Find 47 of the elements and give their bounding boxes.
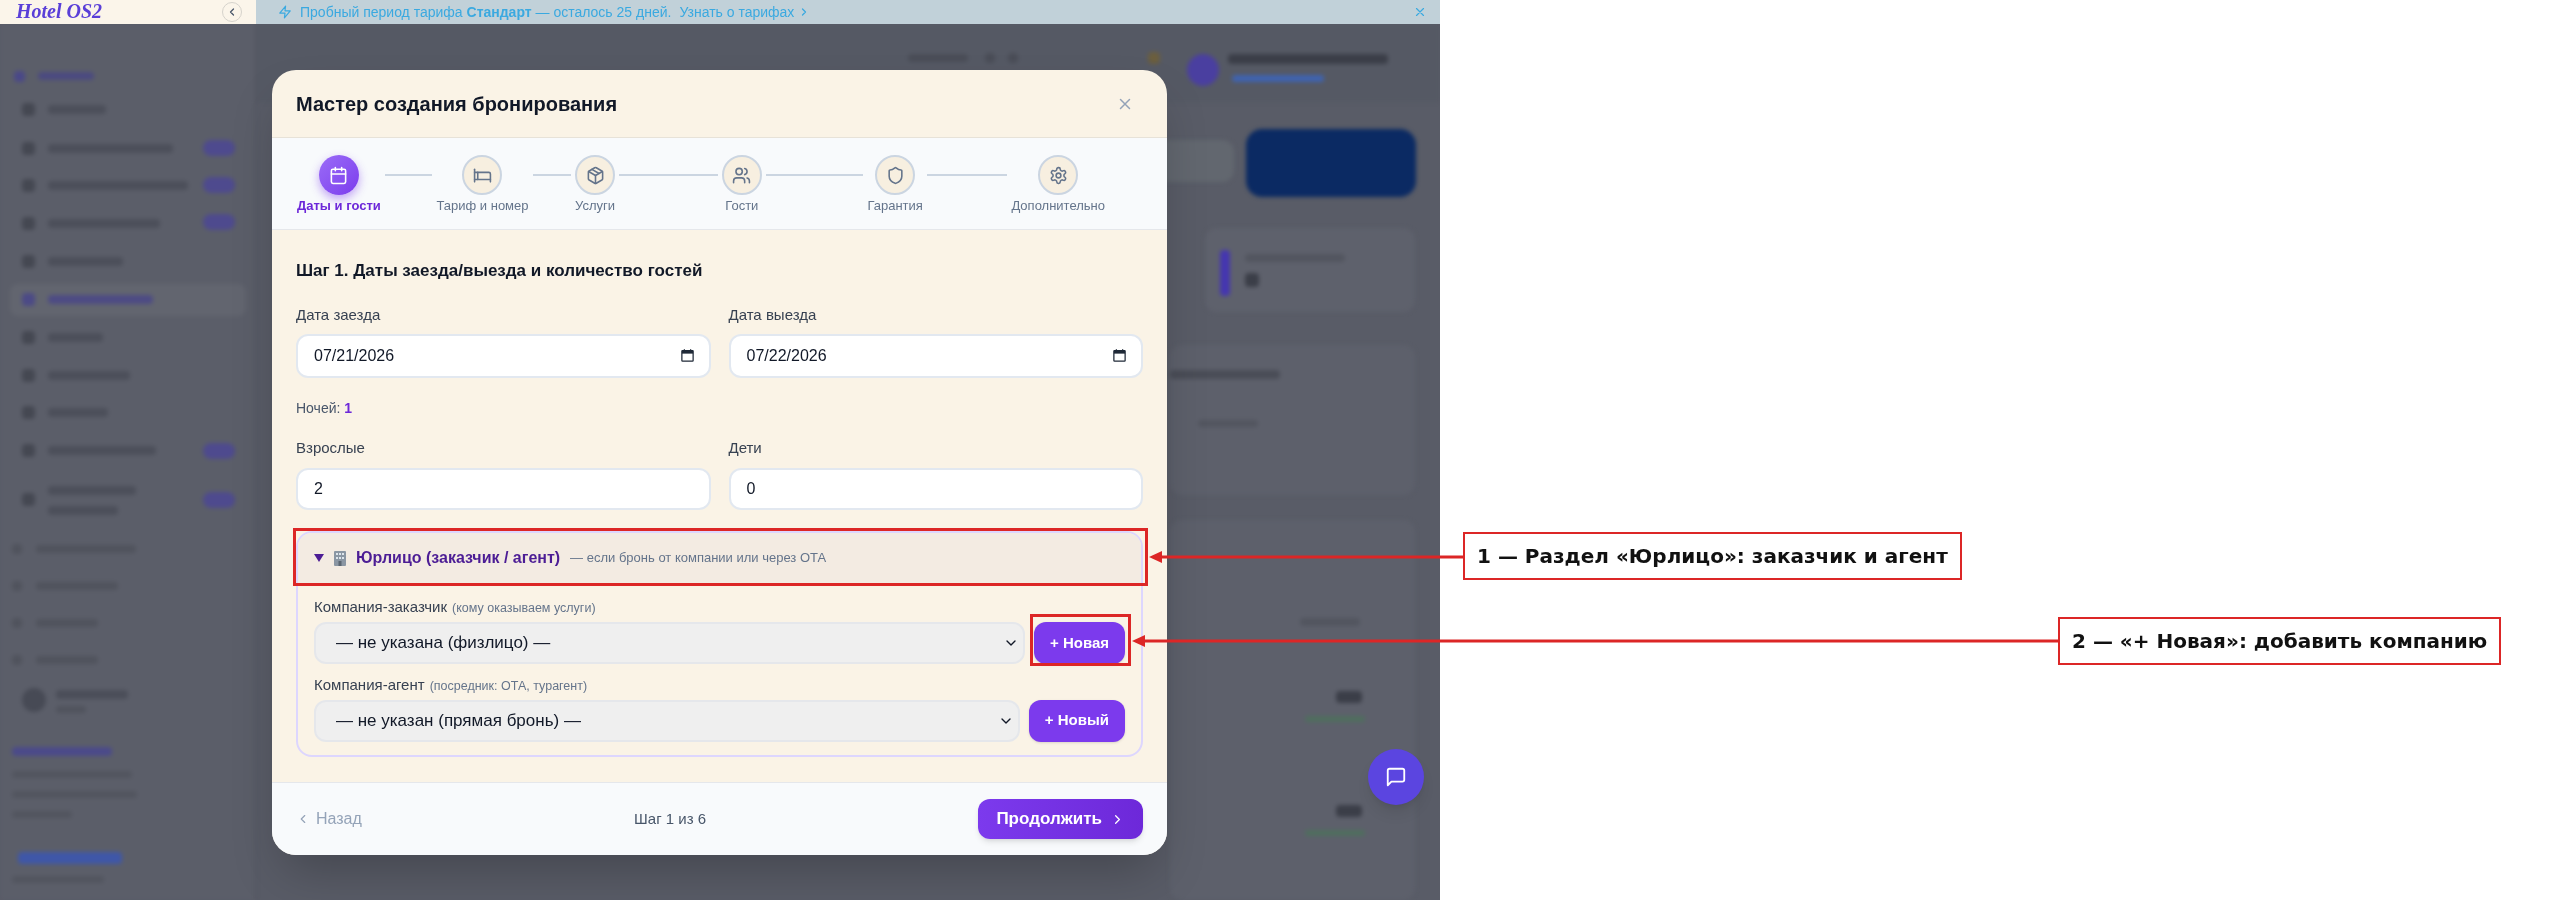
field-label: Дети — [728, 438, 762, 458]
calendar-icon — [318, 155, 359, 195]
shield-icon — [875, 155, 916, 195]
company-select[interactable]: — не указан (прямая бронь) — — [314, 699, 1020, 742]
field-label: Дата выезда — [728, 305, 817, 325]
close-icon — [1413, 5, 1427, 19]
nights-count: Ночей: 1 — [296, 399, 354, 418]
chat-icon — [1385, 766, 1407, 788]
field-label: Компания-заказчик — [314, 597, 448, 617]
banner-text: Пробный период тарифа Стандарт — осталось 25 дней. — [300, 3, 672, 21]
field-note: (посредник: ОТА, турагент) — [429, 677, 588, 695]
continue-button[interactable]: Продолжить — [978, 799, 1143, 839]
people-icon — [721, 155, 762, 195]
field-label: Компания-агент — [314, 674, 425, 695]
office-building-icon — [332, 550, 348, 566]
number-field[interactable]: 0 — [728, 468, 1143, 510]
field-label: Дата заезда — [296, 305, 381, 325]
collapse-sidebar-button[interactable] — [222, 2, 242, 22]
date-field[interactable]: 07/22/2026 — [728, 334, 1143, 378]
wizard-step[interactable]: Гарантия — [867, 155, 923, 214]
calendar-icon — [679, 348, 695, 363]
step-counter: Шаг 1 из 6 — [634, 808, 707, 829]
bed-icon — [462, 155, 503, 195]
number-field[interactable]: 2 — [296, 468, 711, 510]
step-heading: Шаг 1. Даты заезда/выезда и количество гостей — [296, 260, 704, 282]
new-company-button[interactable]: + Новый — [1028, 699, 1125, 742]
wizard-step[interactable]: Гости — [721, 155, 762, 214]
app-logo: Hotel OS2 — [16, 0, 103, 23]
field-label: Взрослые — [296, 438, 365, 458]
dialog-title: Мастер создания бронирования — [296, 91, 618, 117]
callout-label: 2 — «+ Новая»: добавить компанию — [2058, 617, 2502, 665]
calendar-icon — [1112, 348, 1127, 363]
wizard-step[interactable]: Тариф и номер — [436, 155, 529, 214]
gear-icon — [1038, 155, 1079, 195]
field-note: (кому оказываем услуги) — [452, 600, 596, 617]
lightning-icon — [278, 5, 292, 19]
section-hint: — если бронь от компании или через ОТА — [570, 549, 827, 568]
wizard-step[interactable]: Даты и гости — [297, 155, 381, 214]
section-toggle[interactable]: Юрлицо (заказчик / агент) — [314, 546, 561, 570]
company-select[interactable]: — не указана (физлицо) — — [314, 621, 1025, 664]
wizard-step[interactable]: Дополнительно — [1011, 155, 1105, 214]
date-field[interactable]: 07/21/2026 — [296, 334, 711, 378]
wizard-step[interactable]: Услуги — [575, 155, 616, 214]
box-icon — [575, 155, 616, 195]
new-company-button[interactable]: + Новая — [1033, 621, 1125, 664]
triangle-down-icon — [314, 554, 324, 562]
callout-label: 1 — Раздел «Юрлицо»: заказчик и агент — [1463, 532, 1962, 580]
